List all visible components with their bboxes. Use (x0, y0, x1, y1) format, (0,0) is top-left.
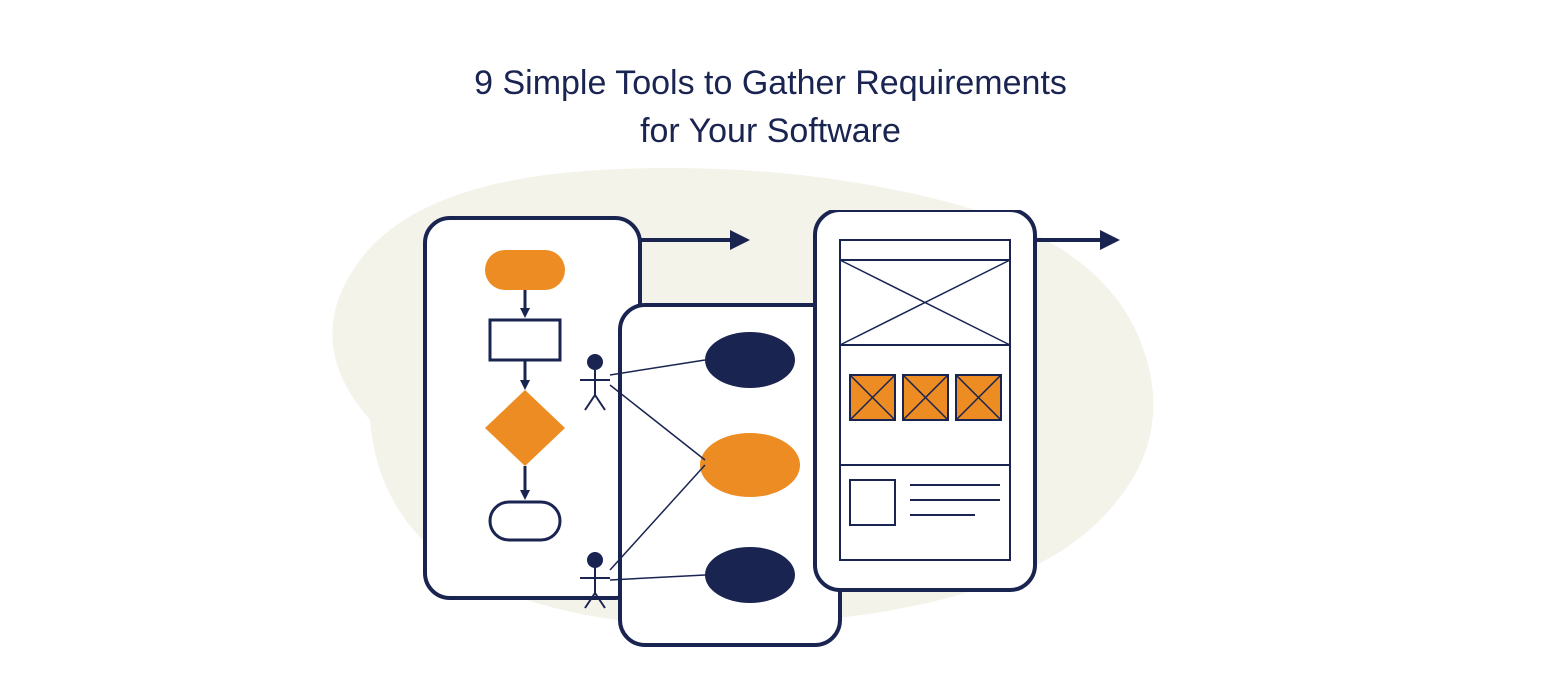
title-line-1: 9 Simple Tools to Gather Requirements (474, 64, 1067, 102)
wireframe-thumbnails (850, 375, 1001, 420)
page-title: 9 Simple Tools to Gather Requirements fo… (474, 60, 1067, 155)
wireframe-card (815, 210, 1035, 590)
diagram-illustration (420, 210, 1140, 660)
flowchart-card (425, 218, 640, 598)
title-line-2: for Your Software (640, 112, 901, 150)
usecase-card (580, 305, 840, 645)
